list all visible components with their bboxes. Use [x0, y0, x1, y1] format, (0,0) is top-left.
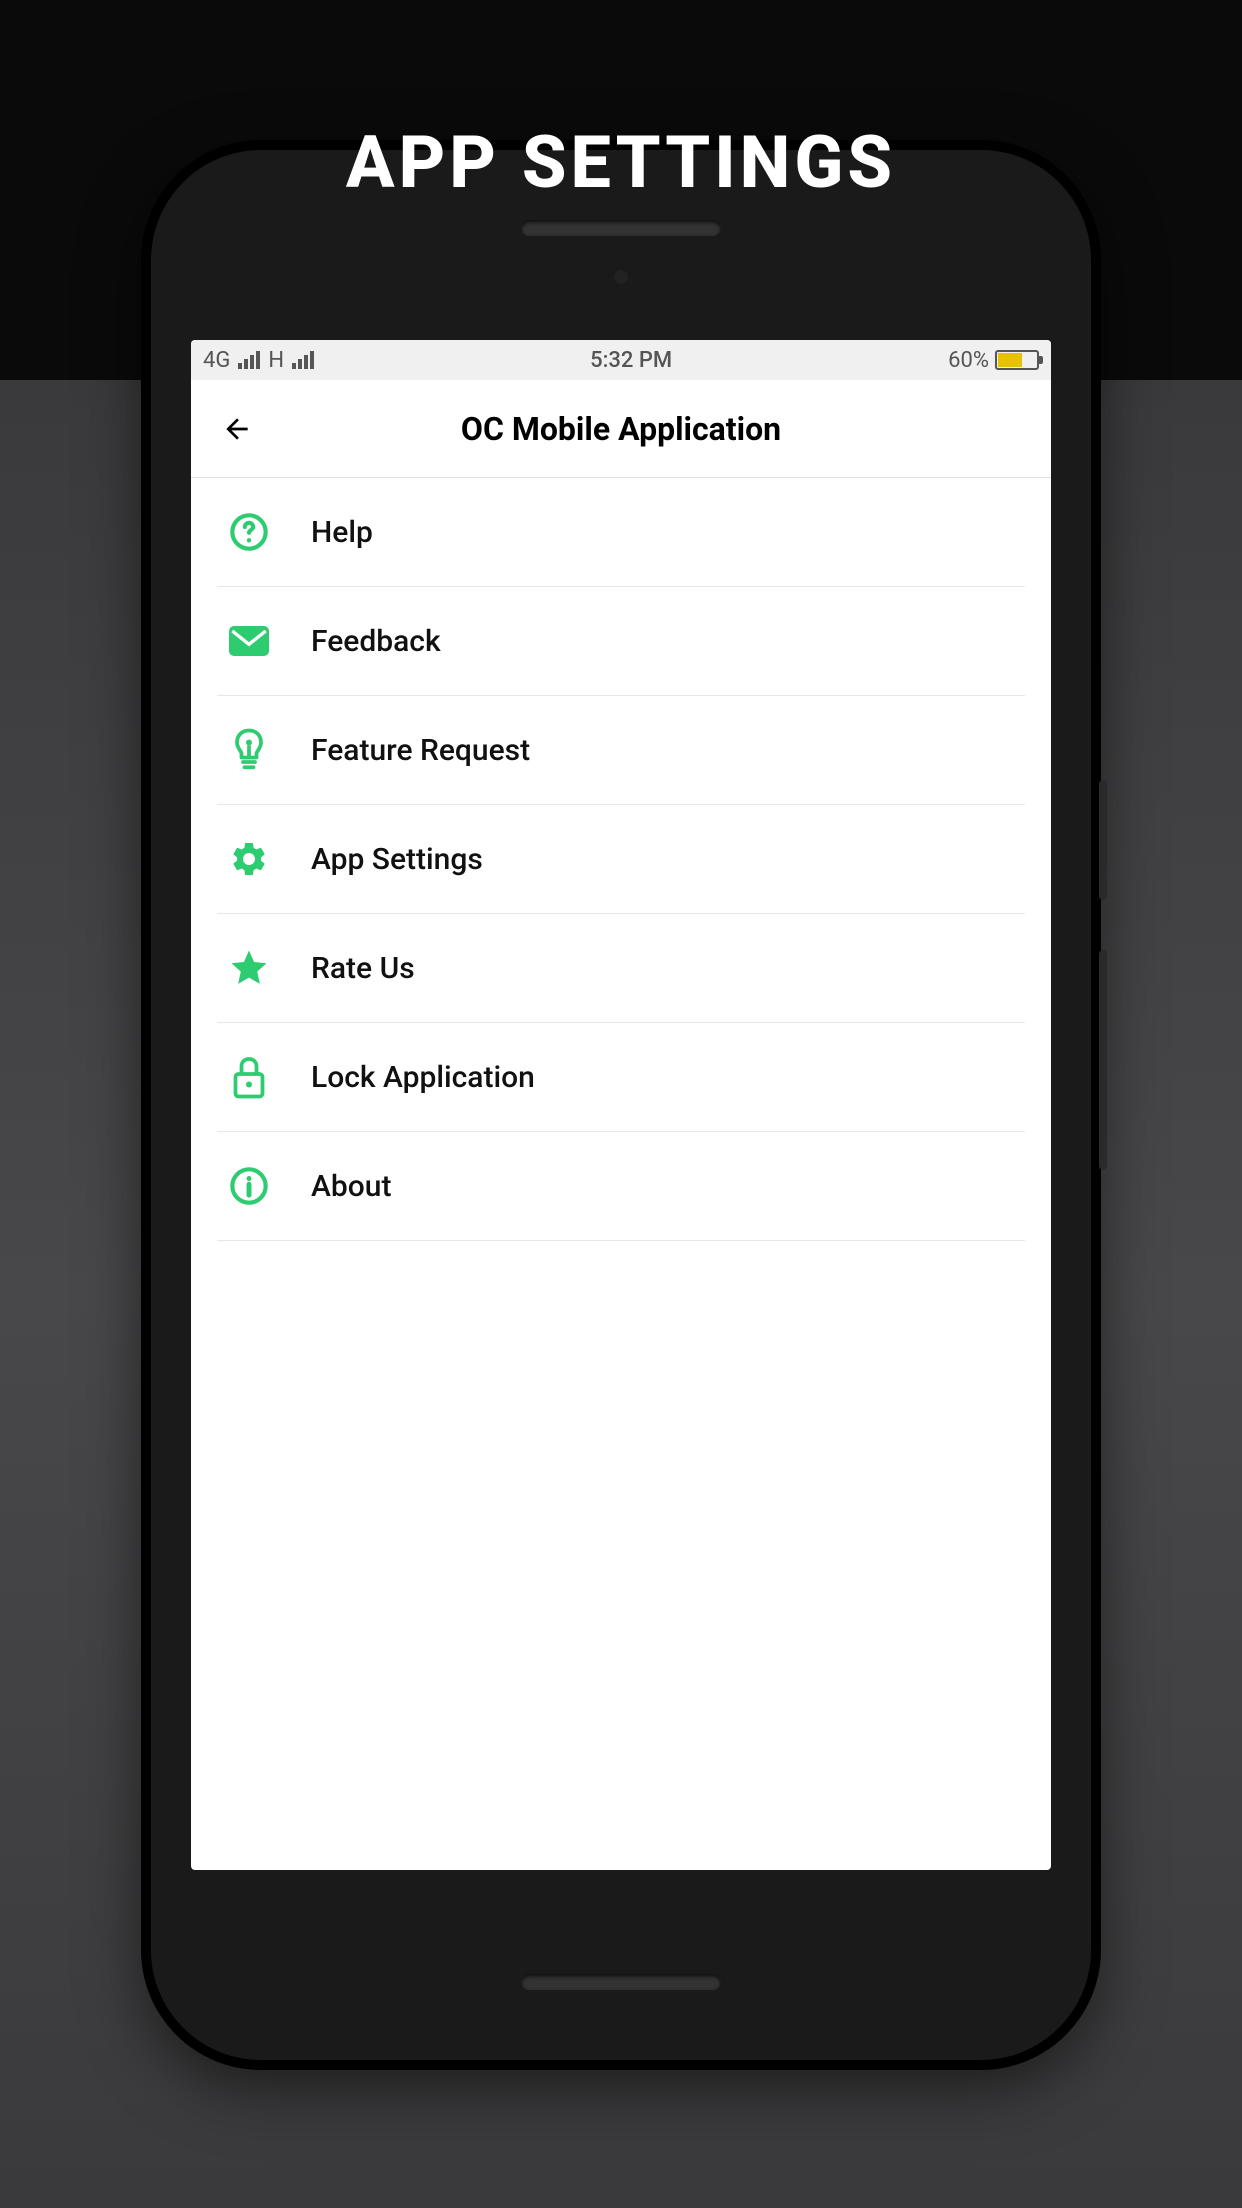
menu-label: About [311, 1169, 391, 1204]
phone-speaker-top [521, 220, 721, 236]
menu-list: Help Feedback [191, 478, 1051, 1241]
menu-label: Lock Application [311, 1060, 535, 1095]
menu-item-feature-request[interactable]: Feature Request [217, 696, 1025, 805]
status-time: 5:32 PM [590, 348, 672, 373]
menu-item-about[interactable]: About [217, 1132, 1025, 1241]
menu-item-app-settings[interactable]: App Settings [217, 805, 1025, 914]
menu-label: Help [311, 515, 373, 550]
status-right: 60% [948, 348, 1039, 373]
star-icon [225, 944, 273, 992]
lock-icon [225, 1053, 273, 1101]
status-bar: 4G H 5:32 PM 60% [191, 340, 1051, 380]
signal-bars-icon [238, 351, 260, 369]
lightbulb-icon [225, 726, 273, 774]
signal-bars-icon [292, 351, 314, 369]
phone-camera [614, 270, 628, 284]
back-button[interactable] [219, 411, 255, 447]
menu-label: App Settings [311, 842, 483, 877]
app-header: OC Mobile Application [191, 380, 1051, 478]
help-circle-icon [225, 508, 273, 556]
menu-item-lock-application[interactable]: Lock Application [217, 1023, 1025, 1132]
menu-label: Feature Request [311, 733, 530, 768]
network2-label: H [268, 348, 284, 373]
phone-speaker-bottom [521, 1974, 721, 1990]
arrow-left-icon [221, 413, 253, 445]
phone-frame: 4G H 5:32 PM 60% [141, 140, 1101, 2070]
header-title: OC Mobile Application [191, 410, 1051, 448]
info-icon [225, 1162, 273, 1210]
page-title: APP SETTINGS [0, 120, 1242, 205]
battery-icon [995, 350, 1039, 370]
battery-percent: 60% [948, 348, 989, 373]
phone-side-button [1099, 780, 1107, 900]
menu-item-feedback[interactable]: Feedback [217, 587, 1025, 696]
menu-label: Rate Us [311, 951, 415, 986]
gear-icon [225, 835, 273, 883]
network-label: 4G [203, 348, 230, 373]
phone-side-button [1099, 950, 1107, 1170]
phone-screen: 4G H 5:32 PM 60% [191, 340, 1051, 1870]
menu-item-rate-us[interactable]: Rate Us [217, 914, 1025, 1023]
menu-label: Feedback [311, 624, 441, 659]
mail-icon [225, 617, 273, 665]
menu-item-help[interactable]: Help [217, 478, 1025, 587]
status-left: 4G H [203, 348, 314, 373]
